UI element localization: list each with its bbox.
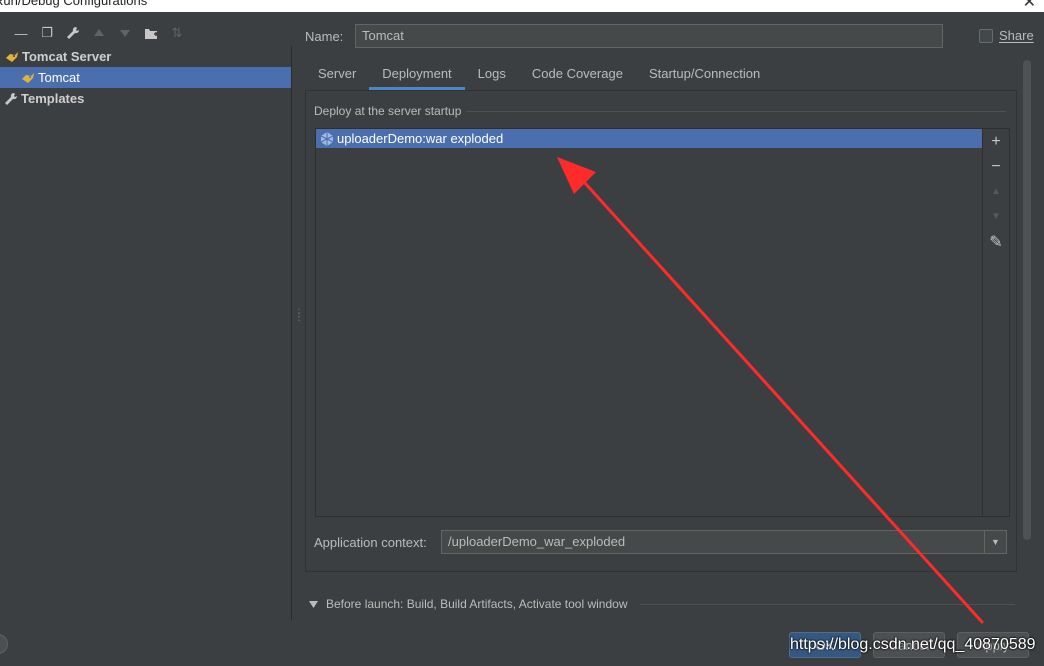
before-launch-section[interactable]: Before launch: Build, Build Artifacts, A…: [309, 597, 1015, 611]
application-context-value: /uploaderDemo_war_exploded: [448, 534, 626, 549]
application-context-label: Application context:: [314, 535, 427, 550]
add-artifact-button[interactable]: +: [983, 129, 1009, 154]
share-checkbox-box[interactable]: [979, 28, 993, 43]
sort-icon: ⇅: [171, 25, 183, 40]
config-tabs: Server Deployment Logs Code Coverage Sta…: [305, 60, 773, 90]
move-down-button[interactable]: ▼: [983, 204, 1009, 229]
move-down-button[interactable]: [116, 24, 134, 42]
new-folder-button[interactable]: [142, 24, 160, 42]
deployment-list-toolbar: + − ▲ ▼ ✎: [983, 128, 1010, 517]
window-title: Run/Debug Configurations: [0, 0, 148, 8]
remove-icon: —: [14, 25, 28, 41]
application-context-input[interactable]: /uploaderDemo_war_exploded ▼: [441, 530, 1007, 554]
name-input[interactable]: Tomcat: [355, 24, 943, 48]
tab-deployment[interactable]: Deployment: [369, 60, 465, 90]
deployment-panel: Deploy at the server startup uploaderDem…: [305, 90, 1017, 572]
config-toolbar: — ❐ ⇅: [0, 20, 292, 46]
close-icon[interactable]: ✕: [1023, 0, 1036, 12]
move-down-icon: [120, 30, 130, 37]
list-item[interactable]: uploaderDemo:war exploded: [316, 129, 982, 148]
deployment-list[interactable]: uploaderDemo:war exploded: [315, 128, 983, 517]
section-divider: [639, 603, 1015, 605]
remove-artifact-button[interactable]: −: [983, 154, 1009, 179]
tree-item-templates[interactable]: Templates: [0, 88, 291, 109]
tree-item-tomcat[interactable]: Tomcat: [0, 67, 291, 88]
move-down-icon: ▼: [991, 211, 1001, 222]
edit-artifact-button[interactable]: ✎: [983, 229, 1009, 254]
copy-icon: ❐: [41, 25, 53, 40]
wrench-icon: [3, 91, 19, 107]
move-up-icon: ▲: [991, 186, 1001, 197]
move-up-icon: [94, 29, 104, 36]
artifact-icon: [319, 131, 335, 147]
folder-add-icon: [144, 28, 158, 39]
chevron-down-icon[interactable]: ▼: [984, 531, 1006, 553]
vertical-scrollbar[interactable]: [1023, 60, 1031, 540]
before-launch-label: Before launch: Build, Build Artifacts, A…: [326, 597, 628, 611]
share-checkbox[interactable]: Share: [979, 28, 1034, 43]
tab-code-coverage[interactable]: Code Coverage: [519, 60, 636, 90]
tab-startup-connection[interactable]: Startup/Connection: [636, 60, 773, 90]
name-label: Name:: [305, 29, 344, 44]
tree-item-label: Templates: [21, 91, 85, 106]
remove-icon: −: [991, 157, 1001, 175]
expand-triangle-icon: [309, 600, 318, 608]
tab-logs[interactable]: Logs: [465, 60, 519, 90]
share-label: Share: [999, 28, 1034, 43]
edit-defaults-button[interactable]: [64, 24, 82, 42]
tree-item-label: Tomcat: [38, 70, 80, 85]
help-button[interactable]: [0, 634, 8, 654]
add-icon: +: [991, 132, 1001, 150]
tree-item-tomcat-server[interactable]: Tomcat Server: [0, 46, 291, 67]
move-up-button[interactable]: ▲: [983, 179, 1009, 204]
sort-button[interactable]: ⇅: [168, 24, 186, 42]
tomcat-icon: [4, 49, 20, 65]
tree-item-label: Tomcat Server: [22, 49, 112, 64]
wrench-icon: [67, 26, 80, 39]
move-up-button[interactable]: [90, 24, 108, 42]
section-title: Deploy at the server startup: [314, 104, 468, 118]
list-item-label: uploaderDemo:war exploded: [337, 131, 504, 146]
window-title-bar: Run/Debug Configurations ✕: [0, 0, 1044, 12]
config-tree: Tomcat Server Tomcat Templates: [0, 46, 292, 620]
watermark-text: https://blog.csdn.net/qq_40870589: [790, 636, 1036, 653]
edit-icon: ✎: [989, 233, 1003, 251]
splitter-handle[interactable]: ⋮ ⋮: [294, 309, 304, 328]
copy-config-button[interactable]: ❐: [38, 24, 56, 42]
remove-config-button[interactable]: —: [12, 24, 30, 42]
tab-server[interactable]: Server: [305, 60, 369, 90]
tomcat-icon: [20, 70, 36, 86]
